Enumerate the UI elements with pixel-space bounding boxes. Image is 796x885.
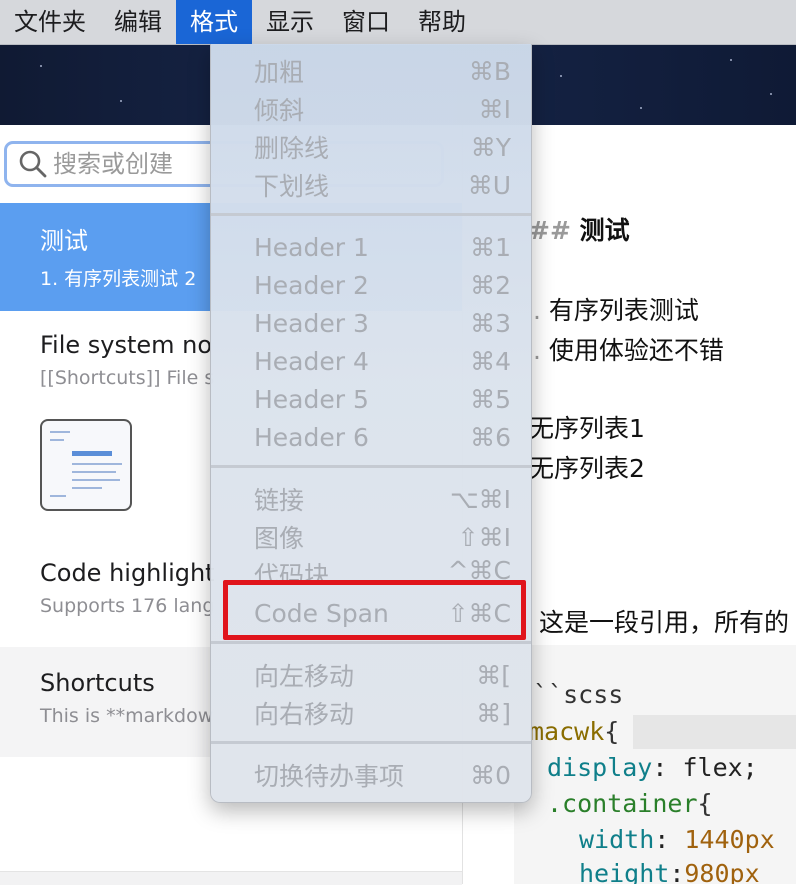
heading-marker: ##	[529, 216, 571, 245]
menu-item-label: Header 5	[254, 384, 369, 414]
menu-item-shortcut: ⌘I	[478, 94, 511, 124]
ordered-item-text: 有序列表测试	[548, 296, 699, 325]
menu-bar: 文件夹 编辑 格式 显示 窗口 帮助	[0, 0, 796, 45]
code-property: width	[579, 825, 655, 854]
unordered-item-1: 无序列表1	[529, 414, 645, 443]
ordered-item-text: 使用体验还不错	[548, 336, 724, 365]
menu-item-shortcut: ⌘2	[470, 270, 511, 300]
code-colon: :	[654, 825, 685, 854]
search-icon	[15, 146, 51, 182]
unordered-item-2: 无序列表2	[529, 454, 645, 483]
menu-item-move-right[interactable]: 向右移动 ⌘]	[211, 694, 531, 732]
menu-file[interactable]: 文件夹	[0, 0, 100, 44]
menu-item-shortcut: ⌘0	[470, 760, 511, 790]
menu-edit[interactable]: 编辑	[100, 0, 176, 44]
code-fence: ``scss	[533, 680, 624, 709]
code-value: : flex;	[652, 753, 758, 782]
code-number: 980px	[684, 859, 760, 884]
menu-item-header-6[interactable]: Header 6 ⌘6	[211, 418, 531, 456]
menu-item-code-block[interactable]: 代码块 ^⌘C	[211, 556, 531, 580]
menu-item-header-2[interactable]: Header 2 ⌘2	[211, 266, 531, 304]
menu-item-label: 删除线	[254, 134, 330, 163]
code-class: .container	[547, 789, 698, 818]
menu-item-shortcut: ⌘Y	[470, 132, 511, 162]
list-marker: .	[533, 336, 541, 365]
menu-item-shortcut: ⌘6	[470, 422, 511, 452]
code-line-6: height:980px	[579, 859, 760, 884]
menu-view[interactable]: 显示	[252, 0, 328, 44]
menu-window[interactable]: 窗口	[328, 0, 404, 44]
menu-item-header-4[interactable]: Header 4 ⌘4	[211, 342, 531, 380]
menu-item-move-left[interactable]: 向左移动 ⌘[	[211, 656, 531, 694]
ordered-item-1: . 有序列表测试	[533, 291, 699, 327]
menu-item-label: 向左移动	[254, 662, 355, 691]
menu-item-toggle-todo[interactable]: 切换待办事项 ⌘0	[211, 756, 531, 794]
menu-item-header-5[interactable]: Header 5 ⌘5	[211, 380, 531, 418]
code-property: display	[547, 753, 653, 782]
code-line-2: macwk{	[529, 717, 619, 746]
menu-item-header-1[interactable]: Header 1 ⌘1	[211, 228, 531, 266]
code-brace: {	[697, 789, 713, 818]
menu-item-shortcut: ⌘3	[470, 308, 511, 338]
menu-item-label: Header 6	[254, 422, 369, 452]
menu-item-shortcut: ⌘4	[470, 346, 511, 376]
menu-item-label: 加粗	[254, 58, 305, 87]
menu-item-shortcut: ⌘B	[468, 56, 511, 86]
code-brace: {	[604, 717, 620, 746]
menu-item-shortcut: ⌘[	[476, 660, 511, 690]
blockquote-text: 这是一段引用，所有的	[539, 608, 790, 637]
code-line-5: width: 1440px	[579, 825, 775, 854]
menu-item-label: 图像	[254, 524, 305, 553]
menu-item-label: Header 4	[254, 346, 369, 376]
menu-item-shortcut: ⇧⌘I	[457, 522, 511, 552]
list-marker: .	[533, 296, 541, 325]
sidebar-footer	[0, 871, 462, 885]
menu-item-strikethrough[interactable]: 删除线 ⌘Y	[211, 128, 531, 166]
menu-separator	[211, 741, 531, 744]
heading-text: 测试	[579, 216, 630, 245]
code-line-3: display: flex;	[547, 753, 758, 782]
menu-item-link[interactable]: 链接 ⌥⌘I	[211, 480, 531, 518]
menu-format[interactable]: 格式	[176, 0, 252, 44]
menu-item-bold[interactable]: 加粗 ⌘B	[211, 52, 531, 90]
code-selector: macwk	[529, 717, 605, 746]
menu-help[interactable]: 帮助	[404, 0, 480, 44]
menu-item-shortcut: ⌥⌘I	[449, 484, 511, 514]
menu-item-header-3[interactable]: Header 3 ⌘3	[211, 304, 531, 342]
menu-separator	[211, 465, 531, 468]
menu-separator	[211, 641, 531, 644]
menu-item-label: 代码块	[254, 561, 330, 580]
menu-item-underline[interactable]: 下划线 ⌘U	[211, 166, 531, 204]
menu-item-label: Header 1	[254, 232, 369, 262]
menu-item-label: 链接	[254, 486, 305, 515]
highlight-box	[223, 580, 526, 640]
code-colon: :	[669, 859, 685, 884]
note-thumbnail	[40, 419, 132, 511]
menu-separator	[211, 213, 531, 216]
menu-item-shortcut: ⌘1	[470, 232, 511, 262]
menu-item-shortcut: ⌘U	[467, 170, 511, 200]
menu-item-label: 下划线	[254, 172, 330, 201]
menu-item-label: 倾斜	[254, 96, 305, 125]
code-number: 1440px	[684, 825, 775, 854]
menu-item-label: 向右移动	[254, 700, 355, 729]
ordered-item-2: . 使用体验还不错	[533, 331, 724, 367]
code-property: height	[579, 859, 670, 884]
menu-item-label: 切换待办事项	[254, 762, 405, 791]
editor-heading: ## 测试	[529, 211, 630, 247]
menu-item-shortcut: ^⌘C	[447, 556, 511, 580]
menu-item-label: Header 2	[254, 270, 369, 300]
menu-item-image[interactable]: 图像 ⇧⌘I	[211, 518, 531, 556]
selection-highlight	[633, 715, 796, 749]
menu-item-italic[interactable]: 倾斜 ⌘I	[211, 90, 531, 128]
menu-item-shortcut: ⌘5	[470, 384, 511, 414]
menu-item-label: Header 3	[254, 308, 369, 338]
menu-item-shortcut: ⌘]	[476, 698, 511, 728]
code-line-4: .container{	[547, 789, 713, 818]
format-menu: 加粗 ⌘B 倾斜 ⌘I 删除线 ⌘Y 下划线 ⌘U Header 1 ⌘1 He…	[210, 44, 532, 803]
